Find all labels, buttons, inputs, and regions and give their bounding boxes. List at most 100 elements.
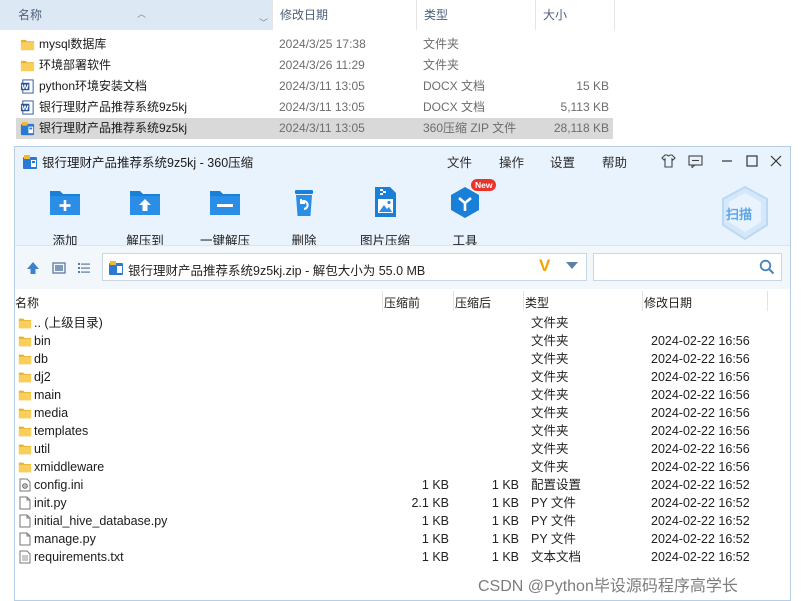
table-row[interactable]: media 文件夹 2024-02-22 16:56 — [15, 404, 790, 422]
folder-icon — [20, 58, 35, 73]
scan-button[interactable]: 扫描 — [715, 183, 775, 243]
maximize-icon[interactable] — [740, 149, 764, 173]
watermark: CSDN @Python毕设源码程序高学长 — [478, 578, 738, 595]
zip-archive-icon — [20, 121, 35, 136]
file-type: 文件夹 — [531, 334, 569, 348]
table-row[interactable]: main 文件夹 2024-02-22 16:56 — [15, 386, 790, 404]
close-icon[interactable] — [764, 149, 788, 173]
table-row[interactable]: util 文件夹 2024-02-22 16:56 — [15, 440, 790, 458]
compressed-size: 1 KB — [421, 478, 449, 492]
word-doc-icon: W — [20, 100, 35, 115]
original-size: 1 KB — [491, 550, 519, 564]
file-name: bin — [34, 334, 51, 348]
column-header-type[interactable]: 类型 — [416, 0, 535, 30]
file-name: manage.py — [34, 532, 96, 546]
table-row[interactable]: bin 文件夹 2024-02-22 16:56 — [15, 332, 790, 350]
add-button[interactable]: 添加 — [33, 185, 97, 249]
column-header-date[interactable]: 修改日期 — [644, 294, 692, 311]
column-header-size[interactable]: 大小 — [535, 0, 615, 30]
file-name: main — [34, 388, 62, 402]
file-list-header: 名称 压缩前 压缩后 类型 修改日期 — [15, 291, 790, 311]
config-file-icon — [18, 478, 32, 492]
table-row[interactable]: .. (上级目录) 文件夹 — [15, 314, 790, 332]
file-type: DOCX 文档 — [423, 79, 486, 93]
address-field[interactable]: 银行理财产品推荐系统9z5kj.zip - 解包大小为 55.0 MB V — [102, 253, 587, 281]
one-click-extract-button[interactable]: 一键解压 — [193, 185, 257, 249]
file-name: templates — [34, 424, 89, 438]
list-item[interactable]: Wpython环境安装文档 2024/3/11 13:05 DOCX 文档 15 KB — [16, 76, 613, 97]
file-type: 文件夹 — [531, 442, 569, 456]
skin-icon[interactable] — [656, 149, 680, 173]
file-type: 文件夹 — [531, 352, 569, 366]
image-compress-icon — [375, 187, 396, 217]
file-date: 2024/3/11 13:05 — [279, 121, 365, 135]
table-row[interactable]: requirements.txt 1 KB 1 KB 文本文档 2024-02-22 1… — [15, 548, 790, 566]
thumbnail-view-icon[interactable] — [51, 260, 67, 276]
column-header-compressed[interactable]: 压缩前 — [384, 294, 420, 311]
folder-icon — [18, 388, 32, 402]
table-row[interactable]: init.py 2.1 KB 1 KB PY 文件 2024-02-22 16:52 — [15, 494, 790, 512]
column-header-name[interactable]: 名称 ︿ ﹀ — [0, 0, 272, 30]
column-header-type[interactable]: 类型 — [525, 294, 549, 311]
list-item[interactable]: W 银行理财产品推荐系统9z5kj 2024/3/11 13:05 DOCX 文档 5,… — [16, 97, 613, 118]
antivirus-v-icon[interactable]: V — [539, 256, 550, 276]
zip-archive-icon — [23, 155, 37, 169]
search-icon[interactable] — [759, 259, 775, 275]
table-row[interactable]: db 文件夹 2024-02-22 16:56 — [15, 350, 790, 368]
folder-icon — [18, 460, 32, 474]
table-row[interactable]: dj2 文件夹 2024-02-22 16:56 — [15, 368, 790, 386]
file-date: 2024-02-22 16:56 — [651, 334, 750, 348]
extract-to-button[interactable]: 解压到 — [113, 185, 177, 249]
file-date: 2024-02-22 16:52 — [651, 514, 750, 528]
dropdown-arrow-icon[interactable] — [566, 262, 578, 269]
delete-button[interactable]: 删除 — [272, 185, 336, 249]
list-item[interactable]: 环境部署软件 2024/3/26 11:29 文件夹 — [16, 55, 613, 76]
column-header-name[interactable]: 名称 — [15, 294, 39, 311]
tools-button[interactable]: New 工具 — [433, 179, 497, 249]
list-view-icon[interactable] — [76, 260, 92, 276]
column-header-date[interactable]: 修改日期 — [272, 0, 416, 30]
file-type: 360压缩 ZIP 文件 — [423, 121, 517, 135]
compressed-size: 1 KB — [421, 550, 449, 564]
sort-ascending-icon: ︿ — [137, 9, 147, 19]
minimize-icon[interactable] — [715, 149, 739, 173]
table-row[interactable]: manage.py 1 KB 1 KB PY 文件 2024-02-22 16:52 — [15, 530, 790, 548]
file-date: 2024/3/11 13:05 — [279, 100, 365, 114]
extract-to-icon — [130, 191, 160, 215]
window-title: 银行理财产品推荐系统9z5kj - 360压缩 — [42, 156, 254, 170]
file-type: 文件夹 — [531, 370, 569, 384]
table-row[interactable]: config.ini 1 KB 1 KB 配置设置 2024-02-22 16:52 — [15, 476, 790, 494]
menu-file[interactable]: 文件 — [447, 152, 472, 171]
file-type: 文件夹 — [423, 58, 460, 72]
svg-text:W: W — [22, 104, 30, 112]
compressed-size: 2.1 KB — [411, 496, 449, 510]
folder-icon — [18, 316, 32, 330]
file-date: 2024-02-22 16:56 — [651, 424, 750, 438]
up-arrow-icon[interactable] — [25, 260, 41, 276]
list-item[interactable]: mysql数据库 2024/3/25 17:38 文件夹 — [16, 34, 613, 55]
word-doc-icon: W — [20, 79, 35, 94]
column-name-label: 名称 — [18, 8, 43, 22]
file-name: init.py — [34, 496, 67, 510]
table-row[interactable]: initial_hive_database.py 1 KB 1 KB PY 文件 202… — [15, 512, 790, 530]
file-type: DOCX 文档 — [423, 100, 486, 114]
compressed-size: 1 KB — [421, 532, 449, 546]
menu-action[interactable]: 操作 — [499, 152, 524, 171]
table-row[interactable]: templates 文件夹 2024-02-22 16:56 — [15, 422, 790, 440]
feedback-icon[interactable] — [683, 149, 707, 173]
search-input[interactable] — [593, 253, 782, 281]
file-name: db — [34, 352, 48, 366]
image-compress-button[interactable]: 图片压缩 — [353, 185, 417, 249]
file-type: 文件夹 — [531, 406, 569, 420]
compressed-size: 1 KB — [421, 514, 449, 528]
menu-help[interactable]: 帮助 — [602, 152, 627, 171]
table-row[interactable]: xmiddleware 文件夹 2024-02-22 16:56 — [15, 458, 790, 476]
menu-settings[interactable]: 设置 — [550, 152, 575, 171]
column-header-original[interactable]: 压缩后 — [455, 294, 491, 311]
file-name: requirements.txt — [34, 550, 124, 564]
folder-icon — [18, 424, 32, 438]
list-item[interactable]: 银行理财产品推荐系统9z5kj 2024/3/11 13:05 360压缩 ZIP … — [16, 118, 613, 139]
file-icon — [18, 514, 32, 528]
file-name: python环境安装文档 — [39, 79, 148, 93]
address-bar-row: 银行理财产品推荐系统9z5kj.zip - 解包大小为 55.0 MB V — [15, 245, 790, 289]
